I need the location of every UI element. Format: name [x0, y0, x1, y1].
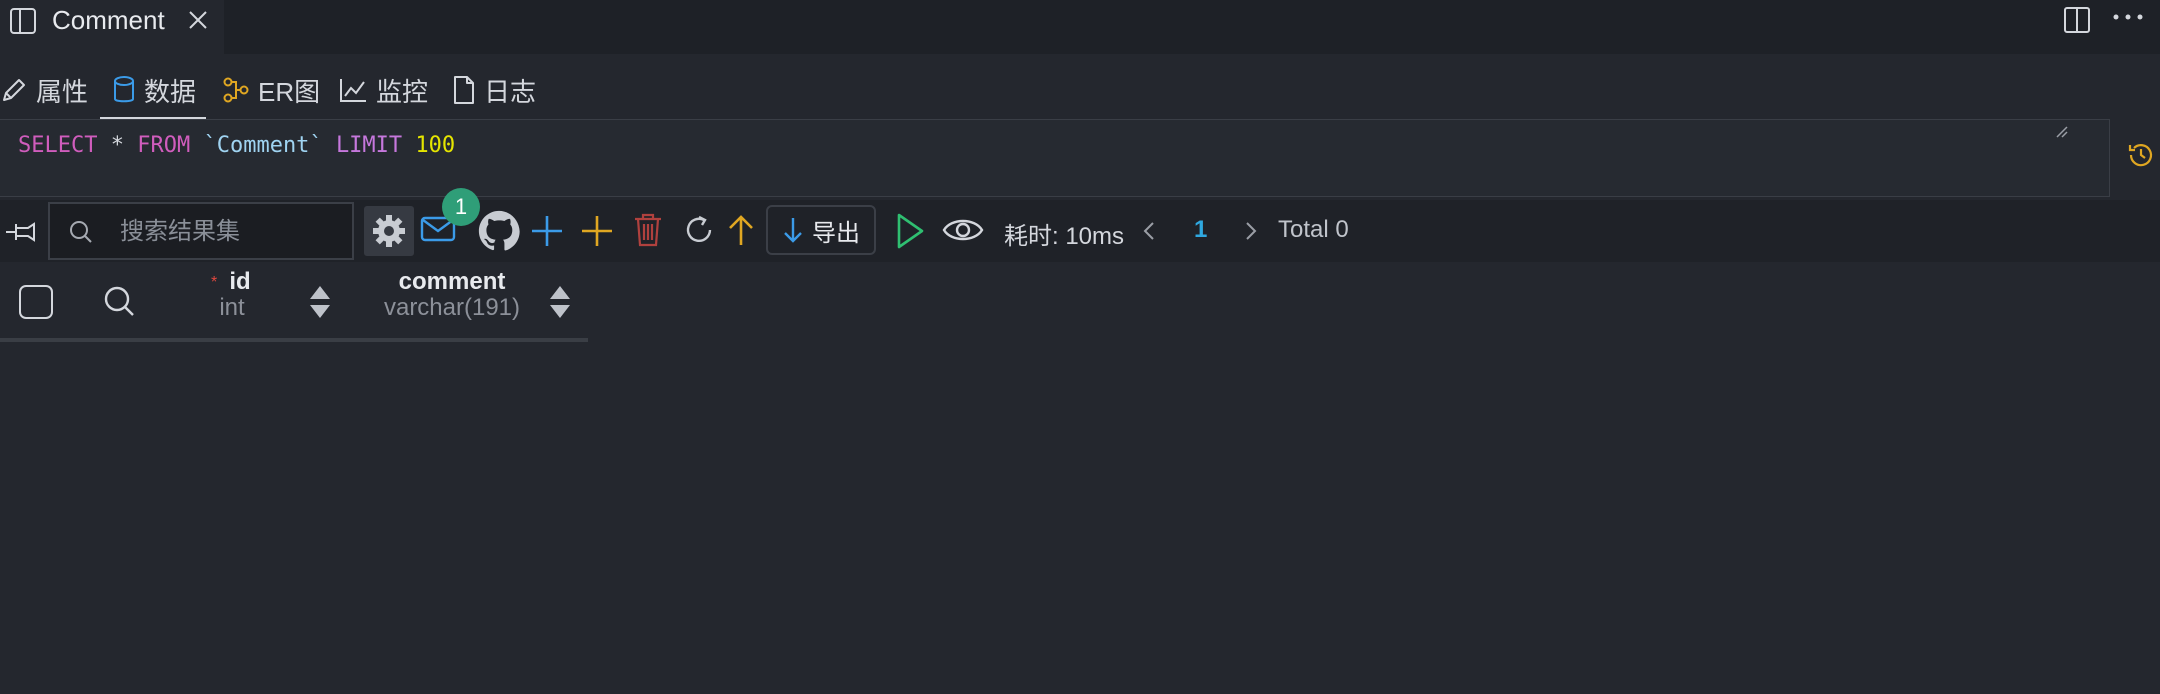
tab-data[interactable]: 数据 [100, 60, 207, 120]
run-icon[interactable] [894, 212, 926, 250]
github-icon[interactable] [478, 210, 520, 252]
sql-keyword: FROM [137, 133, 191, 158]
results-area [0, 346, 2160, 694]
refresh-icon[interactable] [682, 213, 716, 247]
view-tabs: 属性 数据 ER图 监控 日志 [0, 60, 600, 120]
close-icon[interactable] [186, 8, 210, 32]
tab-label: ER图 [258, 76, 321, 107]
tab-title: Comment [52, 5, 165, 35]
grid-header: * id int comment varchar(191) [0, 262, 588, 342]
split-editor-icon[interactable] [2062, 5, 2092, 35]
elapsed-time: 耗时: 10ms [1004, 223, 1125, 250]
tab-properties[interactable]: 属性 [0, 60, 88, 120]
notification-badge: 1 [442, 188, 480, 226]
eye-icon[interactable] [942, 215, 984, 245]
sort-icon[interactable] [548, 284, 572, 320]
page-number[interactable]: 1 [1194, 216, 1207, 244]
search-icon [68, 219, 94, 245]
arrow-up-icon[interactable] [726, 213, 756, 247]
total-count: Total 0 [1278, 216, 1349, 243]
tab-label: 属性 [36, 76, 89, 107]
export-button[interactable]: 导出 [766, 205, 876, 255]
tab-label: 日志 [484, 76, 537, 107]
filter-search-icon[interactable] [102, 284, 136, 318]
column-type-id: int [219, 294, 245, 321]
column-name-id[interactable]: id [200, 268, 280, 296]
add-icon[interactable] [530, 214, 564, 248]
resize-grip-icon[interactable] [2054, 68, 2107, 194]
tab-label: 监控 [376, 76, 429, 107]
pencil-icon [0, 76, 28, 104]
database-icon [112, 75, 136, 105]
select-all-checkbox[interactable] [18, 284, 54, 320]
sql-table-name: `Comment` [203, 133, 323, 158]
tab-monitor[interactable]: 监控 [338, 60, 428, 120]
sort-icon[interactable] [308, 284, 332, 320]
sql-editor[interactable]: SELECT * FROM `Comment` LIMIT 100 [0, 119, 2110, 197]
sql-operator: * [110, 133, 124, 158]
line-chart-icon [338, 76, 368, 104]
chevron-right-icon[interactable] [1244, 220, 1258, 242]
sql-number: 100 [415, 133, 456, 158]
sql-keyword: LIMIT [335, 133, 403, 158]
pin-icon[interactable] [4, 218, 38, 246]
editor-tab-bar: Comment [0, 0, 2160, 54]
arrow-down-icon [782, 216, 804, 244]
tab-comment[interactable]: Comment [0, 0, 224, 54]
search-input[interactable] [120, 214, 340, 250]
export-label: 导出 [812, 219, 860, 247]
settings-button[interactable] [364, 206, 414, 256]
sql-keyword: SELECT [18, 133, 98, 158]
tab-label: 数据 [144, 76, 197, 107]
column-name-comment[interactable]: comment [372, 268, 532, 296]
er-diagram-icon [222, 76, 250, 104]
add-row-icon[interactable] [580, 214, 614, 248]
column-type-comment: varchar(191) [383, 294, 521, 321]
layout-icon [8, 6, 38, 36]
delete-icon[interactable] [632, 212, 664, 248]
result-toolbar: 导出 耗时: 10ms 1 Total 0 [0, 200, 2160, 262]
gear-icon [371, 213, 407, 249]
tab-log[interactable]: 日志 [452, 60, 536, 120]
chevron-left-icon[interactable] [1142, 220, 1156, 242]
more-actions-icon[interactable] [2112, 12, 2144, 22]
file-icon [452, 75, 476, 105]
history-icon[interactable] [2126, 140, 2156, 170]
tab-er-diagram[interactable]: ER图 [222, 60, 320, 120]
result-search[interactable] [48, 202, 354, 260]
